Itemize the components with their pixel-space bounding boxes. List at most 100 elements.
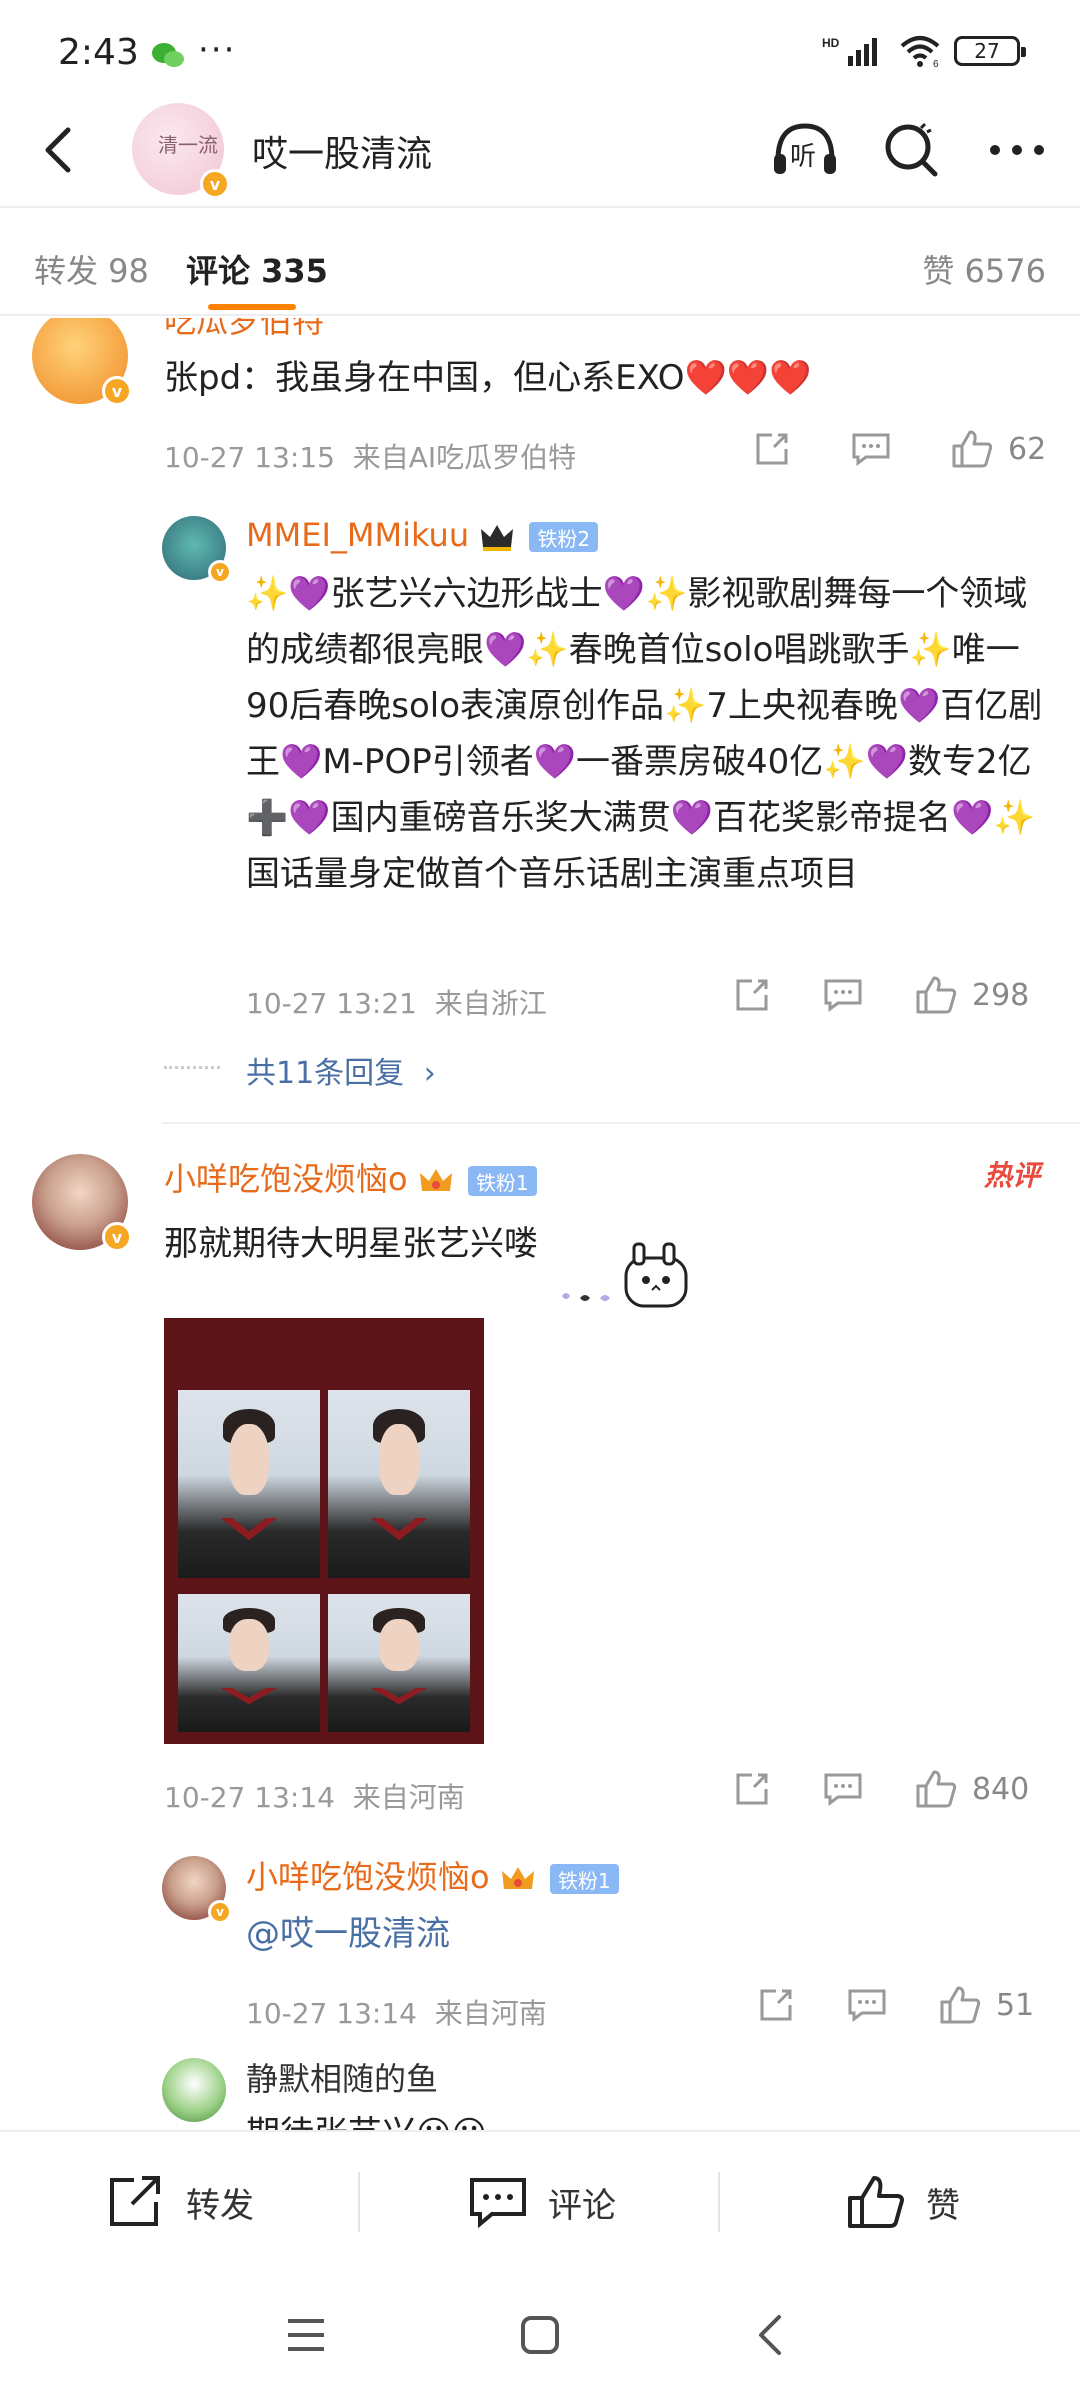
verified-badge-icon: v	[102, 376, 132, 406]
verified-badge-icon: v	[208, 560, 232, 584]
bottom-action-bar: 转发 评论 赞	[0, 2130, 1080, 2270]
reply-text: ✨💜张艺兴六边形战士💜✨影视歌剧舞每一个领域的成绩都很亮眼💜✨春晚首位solo唱…	[246, 574, 1043, 894]
comment-username[interactable]: 吃瓜罗伯特	[164, 318, 324, 342]
comment-avatar[interactable]: v	[32, 318, 132, 406]
wechat-icon	[152, 43, 184, 67]
reply-avatar[interactable]	[162, 2058, 226, 2122]
search-button[interactable]	[876, 115, 946, 185]
verified-badge-icon: v	[200, 169, 230, 199]
reply-username: 小咩吃饱没烦恼o 铁粉1	[246, 1852, 619, 1898]
more-dots-icon	[990, 145, 1044, 155]
tab-likes[interactable]: 赞 6576	[922, 246, 1046, 292]
share-icon[interactable]	[732, 975, 772, 1015]
like-button[interactable]: 298	[914, 974, 1029, 1016]
menu-lines-icon	[288, 2319, 324, 2351]
reply-icon[interactable]	[822, 975, 864, 1015]
reply-username: MMEI_MMikuu 铁粉2	[246, 516, 599, 554]
repost-label: 转发	[186, 2185, 254, 2226]
bunny-sticker-icon	[562, 1242, 688, 1308]
reply-username-text[interactable]: 小咩吃饱没烦恼o	[246, 1858, 490, 1896]
like-count: 840	[972, 1771, 1030, 1807]
thumbs-up-icon	[848, 2176, 904, 2228]
repost-button[interactable]: 转发	[106, 2132, 254, 2272]
like-button[interactable]: 62	[950, 428, 1046, 470]
like-post-button[interactable]: 赞	[846, 2132, 960, 2272]
comment-button[interactable]: 评论	[468, 2132, 616, 2272]
reply-source: 来自浙江	[434, 987, 547, 1020]
svg-text:听: 听	[790, 142, 816, 172]
reply-text: 期待张艺兴😀😀	[246, 2106, 487, 2130]
comment-source: 来自河南	[352, 1781, 465, 1814]
comment-avatar[interactable]: v	[32, 1154, 132, 1252]
reply-icon[interactable]	[846, 1985, 888, 2025]
thumbs-up-icon	[940, 1986, 981, 2024]
share-icon[interactable]	[752, 429, 792, 469]
photo-portrait	[178, 1594, 320, 1732]
reply-time: 10-27 13:21	[246, 987, 417, 1020]
more-replies-link[interactable]: 共11条回复 ›	[246, 1048, 436, 1092]
reply-avatar[interactable]: v	[162, 516, 232, 584]
comment-actions: 840	[732, 1768, 1029, 1810]
more-replies-text: 共11条回复	[246, 1056, 405, 1091]
crown-icon	[501, 1867, 534, 1889]
like-count: 62	[1008, 431, 1047, 467]
status-icons: HD 6 27	[822, 34, 1026, 68]
author-avatar[interactable]: 清一流 v	[132, 103, 230, 199]
listen-button[interactable]: 听	[770, 115, 840, 185]
comment-label: 评论	[548, 2185, 616, 2226]
home-button[interactable]	[510, 2310, 570, 2360]
thumbs-up-icon	[916, 976, 957, 1014]
reply-icon[interactable]	[850, 429, 892, 469]
thumbs-up-icon	[952, 430, 993, 468]
reply-icon[interactable]	[822, 1769, 864, 1809]
reply-avatar[interactable]: v	[162, 1856, 232, 1924]
bar-separator	[718, 2172, 720, 2232]
share-icon[interactable]	[756, 1985, 796, 2025]
dotted-connector	[164, 1066, 220, 1069]
author-name[interactable]: 哎一股清流	[252, 125, 432, 177]
comment-meta: 10-27 13:14 来自河南	[164, 1776, 465, 1816]
reply-source: 来自河南	[434, 1997, 547, 2030]
svg-text:6: 6	[933, 59, 939, 68]
reply-username[interactable]: 静默相随的鱼	[246, 2054, 438, 2100]
crown-icon	[481, 525, 514, 551]
crown-icon	[419, 1169, 452, 1191]
svg-text:HD: HD	[822, 36, 840, 50]
fan-level-badge: 铁粉1	[549, 1864, 619, 1894]
share-icon[interactable]	[732, 1769, 772, 1809]
battery-indicator: 27	[954, 36, 1026, 66]
like-label: 赞	[926, 2185, 960, 2226]
comment-username-text[interactable]: 小咩吃饱没烦恼o	[164, 1160, 408, 1198]
comment-time: 10-27 13:15	[164, 441, 335, 474]
like-count: 298	[972, 977, 1030, 1013]
comment-source: 来自AI吃瓜罗伯特	[352, 441, 577, 474]
status-time: 2:43	[58, 32, 139, 73]
comment-text: 张pd：我虽身在中国，但心系EXO❤️❤️❤️	[164, 358, 812, 398]
signal-icon: HD	[822, 36, 877, 66]
like-button[interactable]: 51	[938, 1984, 1034, 2026]
home-square-icon	[521, 2316, 559, 2354]
comment-divider	[162, 1122, 1080, 1124]
mention-link[interactable]: @哎一股清流	[246, 1906, 450, 1962]
system-back-button[interactable]	[740, 2310, 800, 2360]
more-button[interactable]	[982, 115, 1052, 185]
comment-photo[interactable]	[164, 1318, 484, 1744]
reply-actions: 298	[732, 974, 1029, 1016]
chevron-right-icon: ›	[423, 1056, 436, 1091]
reply-username-text[interactable]: MMEI_MMikuu	[246, 516, 469, 554]
photo-portrait	[328, 1594, 470, 1732]
status-more-dots: ···	[198, 30, 237, 70]
active-tab-indicator	[208, 304, 296, 310]
tab-comments[interactable]: 评论 335	[186, 246, 328, 292]
verified-badge-icon: v	[102, 1222, 132, 1252]
back-icon[interactable]	[30, 120, 90, 180]
verified-badge-icon: v	[208, 1900, 232, 1924]
avatar-logo-text: 清一流	[158, 133, 218, 157]
recent-apps-button[interactable]	[276, 2310, 336, 2360]
tab-repost[interactable]: 转发 98	[34, 246, 149, 292]
comment-time: 10-27 13:14	[164, 1781, 335, 1814]
comment-list[interactable]: v 吃瓜罗伯特 张pd：我虽身在中国，但心系EXO❤️❤️❤️ 10-27 13…	[0, 318, 1080, 2130]
header-actions: 听	[770, 115, 1052, 185]
reply-meta: 10-27 13:14 来自河南	[246, 1992, 547, 2032]
like-button[interactable]: 840	[914, 1768, 1029, 1810]
